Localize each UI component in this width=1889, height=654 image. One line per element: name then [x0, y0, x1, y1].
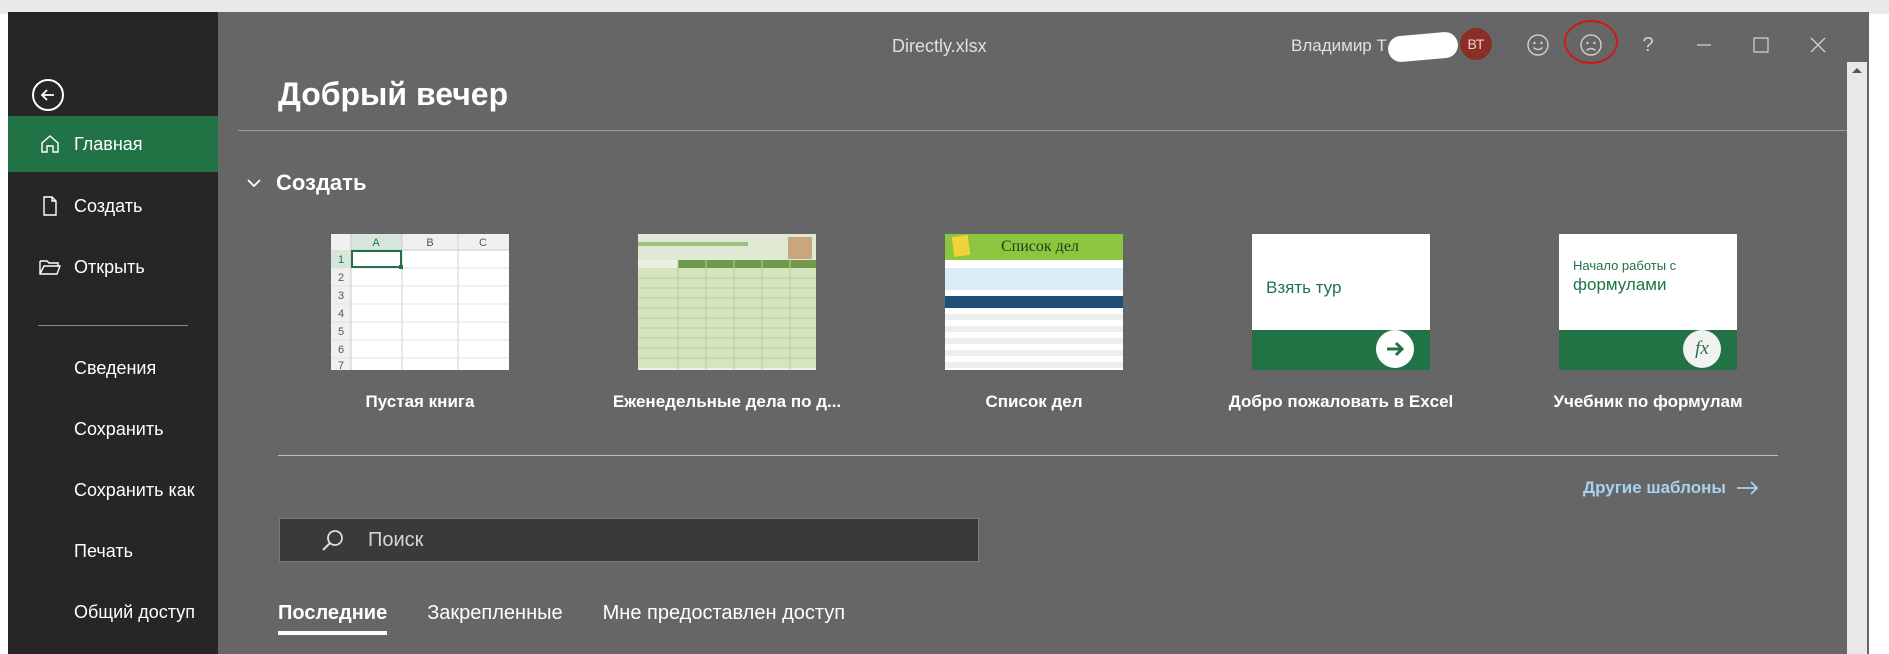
- todo-thumb-table: [945, 268, 1123, 290]
- blank-sheet-preview: A B C 1 2 3 4 5 6 7: [331, 234, 509, 370]
- search-box[interactable]: [279, 518, 979, 562]
- row-header: 4: [338, 308, 344, 320]
- sidebar-item-label: Создать: [74, 195, 143, 216]
- sidebar-item-open[interactable]: Открыть: [8, 239, 218, 295]
- template-thumbnail: Список дел: [945, 234, 1123, 370]
- excel-backstage-window: Главная Создать Открыть Сведения Сохрани…: [8, 12, 1869, 654]
- create-section-header[interactable]: Создать: [246, 170, 366, 196]
- more-templates-label: Другие шаблоны: [1583, 478, 1726, 497]
- minimize-icon[interactable]: [1691, 32, 1717, 58]
- sidebar-item-print[interactable]: Печать: [74, 541, 133, 562]
- sidebar-item-new[interactable]: Создать: [8, 178, 218, 234]
- template-label: Пустая книга: [365, 392, 475, 411]
- todo-thumb-title: Список дел: [1001, 238, 1079, 255]
- close-icon[interactable]: [1805, 32, 1831, 58]
- template-thumbnail: [638, 234, 816, 370]
- template-blank-workbook[interactable]: A B C 1 2 3 4 5 6 7 Пустая книга: [300, 234, 540, 412]
- sidebar-item-save[interactable]: Сохранить: [74, 419, 163, 440]
- row-header: 1: [338, 254, 344, 266]
- column-header-b: B: [426, 237, 433, 249]
- templates-divider: [278, 455, 1778, 456]
- row-header: 6: [338, 344, 344, 356]
- template-label: Учебник по формулам: [1553, 392, 1743, 411]
- sidebar-item-label: Главная: [74, 133, 143, 154]
- tab-shared-with-me[interactable]: Мне предоставлен доступ: [603, 602, 845, 635]
- template-thumbnail: Взять тур: [1252, 234, 1430, 370]
- weekly-chores-preview: [638, 234, 816, 370]
- user-name[interactable]: Владимир Т: [1291, 36, 1387, 56]
- row-header: 2: [338, 272, 344, 284]
- sidebar-item-info[interactable]: Сведения: [74, 358, 156, 379]
- column-header-a: A: [372, 237, 380, 249]
- sticky-note-icon: [951, 234, 971, 258]
- template-weekly-chores[interactable]: Еженедельные дела по д...: [607, 234, 847, 412]
- search-icon: [322, 530, 343, 551]
- vertical-scrollbar[interactable]: [1847, 62, 1867, 654]
- open-folder-icon: [36, 253, 64, 281]
- red-circle-annotation: [1564, 20, 1618, 64]
- file-tabs: Последние Закрепленные Мне предоставлен …: [278, 602, 885, 635]
- template-welcome-excel[interactable]: Взять тур Добро пожаловать в Excel: [1221, 234, 1461, 412]
- template-thumbnail: Начало работы с формулами fx: [1559, 234, 1737, 370]
- sidebar-item-save-as[interactable]: Сохранить как: [74, 480, 195, 501]
- row-header: 7: [338, 360, 344, 370]
- template-thumbnail: A B C 1 2 3 4 5 6 7: [331, 234, 509, 370]
- help-icon[interactable]: ?: [1635, 32, 1661, 58]
- section-title: Создать: [276, 170, 367, 195]
- new-document-icon: [36, 192, 64, 220]
- chevron-down-icon: [247, 179, 261, 188]
- home-icon: [36, 130, 64, 158]
- sidebar-item-share[interactable]: Общий доступ: [74, 602, 195, 623]
- template-formula-tutorial[interactable]: Начало работы с формулами fx Учебник по …: [1528, 234, 1768, 412]
- todo-thumb-rows: [945, 308, 1123, 370]
- sidebar: Главная Создать Открыть Сведения Сохрани…: [8, 12, 218, 654]
- arrow-right-icon: [1736, 481, 1759, 495]
- search-input[interactable]: [366, 527, 930, 553]
- greeting-heading: Добрый вечер: [278, 76, 509, 112]
- arrow-right-icon: [1376, 330, 1414, 368]
- smile-icon[interactable]: [1525, 32, 1551, 58]
- row-header: 3: [338, 290, 344, 302]
- more-templates-link[interactable]: Другие шаблоны: [1583, 478, 1760, 498]
- back-button[interactable]: [32, 79, 64, 111]
- redaction-scribble: [1387, 30, 1459, 64]
- template-label: Еженедельные дела по д...: [612, 392, 842, 411]
- scroll-up-icon: [1852, 68, 1862, 73]
- function-fx-icon: fx: [1683, 330, 1721, 368]
- avatar[interactable]: ВТ: [1460, 28, 1492, 60]
- formula-thumb-title-line2: формулами: [1573, 275, 1667, 294]
- window-title: Directly.xlsx: [892, 36, 987, 56]
- arrow-left-icon: [40, 89, 54, 101]
- column-header-c: C: [479, 237, 487, 249]
- maximize-icon[interactable]: [1748, 32, 1774, 58]
- row-header: 5: [338, 326, 344, 338]
- header-divider: [238, 130, 1848, 131]
- template-label: Добро пожаловать в Excel: [1228, 392, 1454, 411]
- template-todo-list[interactable]: Список дел Список дел: [914, 234, 1154, 412]
- sidebar-item-label: Открыть: [74, 256, 145, 277]
- formula-thumb-title: Начало работы с формулами: [1573, 258, 1676, 295]
- sidebar-item-home[interactable]: Главная: [8, 116, 218, 172]
- fx-badge: fx: [1695, 338, 1709, 359]
- formula-thumb-title-line1: Начало работы с: [1573, 258, 1677, 273]
- sidebar-divider: [38, 325, 188, 326]
- tab-recent[interactable]: Последние: [278, 602, 388, 635]
- template-label: Список дел: [985, 392, 1083, 411]
- todo-thumb-columns: [945, 296, 1123, 308]
- tab-pinned[interactable]: Закрепленные: [427, 602, 562, 635]
- tour-thumb-title: Взять тур: [1266, 278, 1342, 297]
